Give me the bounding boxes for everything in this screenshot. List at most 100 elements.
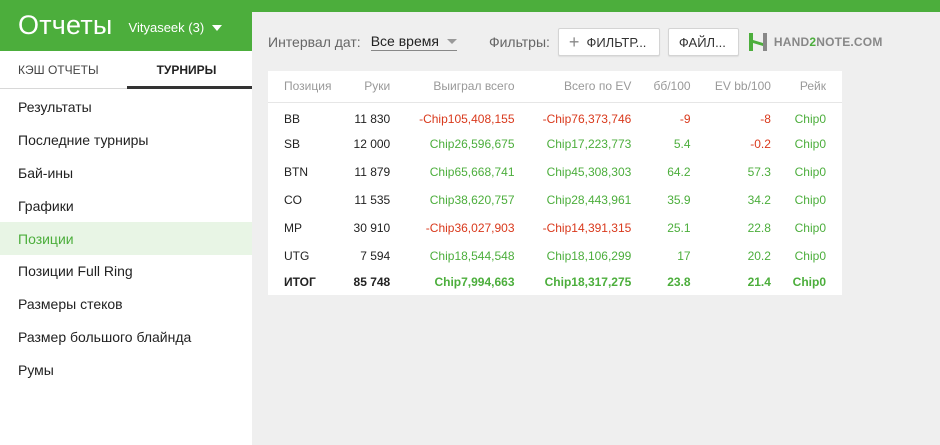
table-row[interactable]: MP 30 910 -Chip36,027,903 -Chip14,391,31… [268, 214, 842, 242]
cell-position: UTG [284, 249, 310, 263]
app-header: Отчеты Vityaseek (3) [0, 0, 252, 51]
cell-ev-bb100: 22.8 [747, 221, 771, 235]
positions-table: Позиция Руки Выиграл всего Всего по EV б… [268, 71, 842, 294]
cell-ev-total: Chip17,223,773 [546, 137, 632, 151]
cell-bb100: 35.9 [667, 193, 691, 207]
total-ev-bb100: 21.4 [747, 275, 771, 289]
cell-bb100: 25.1 [667, 221, 691, 235]
sidebar-item-graphs[interactable]: Графики [0, 189, 252, 222]
sidebar-item-stack-sizes[interactable]: Размеры стеков [0, 288, 252, 321]
filters-button-label: ФИЛЬТР... [586, 34, 647, 50]
table-row[interactable]: BTN 11 879 Chip65,668,741 Chip45,308,303… [268, 158, 842, 186]
total-hands: 85 748 [353, 275, 391, 289]
plus-icon: + [568, 32, 580, 52]
cell-hands: 11 535 [354, 193, 391, 207]
cell-won-total: -Chip105,408,155 [419, 112, 515, 127]
cell-won-total: Chip38,620,757 [429, 193, 515, 207]
cell-ev-bb100: 57.3 [747, 165, 771, 179]
chevron-down-icon [212, 24, 223, 31]
col-hands[interactable]: Руки [347, 71, 407, 103]
cell-hands: 7 594 [360, 249, 391, 263]
interval-value: Все время [370, 33, 439, 49]
hand2note-logo: HAND2NOTE.COM [747, 31, 883, 53]
sidebar-item-recent-tournaments[interactable]: Последние турниры [0, 124, 252, 157]
total-rake: Chip0 [792, 275, 826, 289]
total-bb100: 23.8 [667, 275, 691, 289]
toolbar: Интервал дат: Все время Фильтры: + ФИЛЬТ… [268, 28, 883, 56]
filters-button[interactable]: + ФИЛЬТР... [557, 28, 660, 56]
cell-bb100: 17 [677, 249, 691, 263]
report-nav: Результаты Последние турниры Бай-ины Гра… [0, 91, 252, 386]
filters-label: Фильтры: [488, 34, 550, 50]
hand2note-logo-icon [748, 33, 767, 51]
active-tab-indicator [127, 86, 252, 89]
cell-rake: Chip0 [794, 165, 826, 179]
table-row[interactable]: CO 11 535 Chip38,620,757 Chip28,443,961 … [268, 186, 842, 214]
cell-hands: 12 000 [353, 137, 391, 151]
col-ev-total[interactable]: Всего по EV [530, 71, 648, 103]
table-row[interactable]: UTG 7 594 Chip18,544,548 Chip18,106,299 … [268, 242, 842, 270]
cell-ev-bb100: -8 [760, 112, 771, 127]
cell-rake: Chip0 [794, 193, 826, 207]
interval-label: Интервал дат: [268, 34, 361, 50]
logo-text: HAND2NOTE.COM [773, 35, 883, 49]
sidebar-item-positions-full-ring[interactable]: Позиции Full Ring [0, 255, 252, 288]
col-won-total[interactable]: Выиграл всего [406, 71, 531, 103]
table-total-row: ИТОГ 85 748 Chip7,994,663 Chip18,317,275… [268, 270, 842, 294]
col-ev-bb100[interactable]: EV bb/100 [706, 71, 787, 103]
positions-table-card: Позиция Руки Выиграл всего Всего по EV б… [268, 71, 842, 295]
page-title: Отчеты [18, 10, 113, 40]
file-button[interactable]: ФАЙЛ... [667, 28, 739, 56]
tab-tournaments[interactable]: ТУРНИРЫ [127, 51, 252, 89]
cell-rake: Chip0 [794, 249, 826, 263]
cell-ev-total: Chip18,106,299 [546, 249, 632, 263]
col-position[interactable]: Позиция [268, 71, 348, 103]
sidebar: КЭШ ОТЧЕТЫ ТУРНИРЫ Результаты Последние … [0, 51, 252, 445]
cell-position: BTN [284, 165, 308, 179]
cell-rake: Chip0 [794, 137, 826, 151]
cell-won-total: Chip26,596,675 [429, 137, 515, 151]
tab-cash-reports[interactable]: КЭШ ОТЧЕТЫ [0, 51, 127, 89]
total-won: Chip7,994,663 [434, 275, 515, 289]
cell-won-total: -Chip36,027,903 [425, 221, 515, 235]
table-row[interactable]: SB 12 000 Chip26,596,675 Chip17,223,773 … [268, 130, 842, 158]
cell-hands: 30 910 [353, 221, 391, 235]
col-rake[interactable]: Рейк [786, 71, 842, 103]
user-name: Vityaseek (3) [128, 20, 205, 35]
cell-hands: 11 879 [354, 165, 391, 179]
cell-ev-total: -Chip76,373,746 [542, 112, 632, 127]
chevron-down-icon [446, 38, 457, 44]
cell-ev-bb100: 34.2 [747, 193, 771, 207]
cell-bb100: 5.4 [673, 137, 691, 151]
col-bb100[interactable]: бб/100 [647, 71, 707, 103]
cell-position: CO [284, 193, 302, 207]
cell-ev-total: Chip28,443,961 [546, 193, 632, 207]
cell-position: SB [284, 137, 301, 151]
file-button-label: ФАЙЛ... [678, 34, 726, 50]
cell-ev-total: Chip45,308,303 [546, 165, 632, 179]
user-selector[interactable]: Vityaseek (3) [129, 20, 223, 35]
sidebar-item-big-blind-size[interactable]: Размер большого блайнда [0, 321, 252, 354]
cell-rake: Chip0 [794, 221, 826, 235]
sidebar-item-buyins[interactable]: Бай-ины [0, 157, 252, 190]
table-header-row: Позиция Руки Выиграл всего Всего по EV б… [268, 71, 842, 103]
sidebar-item-rooms[interactable]: Румы [0, 353, 252, 386]
cell-position: BB [284, 112, 301, 127]
cell-ev-bb100: 20.2 [747, 249, 771, 263]
total-label: ИТОГ [284, 275, 316, 289]
cell-hands: 11 830 [354, 112, 391, 127]
report-tabs: КЭШ ОТЧЕТЫ ТУРНИРЫ [0, 51, 252, 89]
cell-bb100: 64.2 [667, 165, 691, 179]
cell-bb100: -9 [679, 112, 691, 127]
cell-ev-total: -Chip14,391,315 [542, 221, 632, 235]
cell-ev-bb100: -0.2 [750, 137, 771, 151]
cell-won-total: Chip18,544,548 [429, 249, 515, 263]
interval-select[interactable]: Все время [370, 33, 457, 51]
cell-position: MP [284, 221, 302, 235]
cell-rake: Chip0 [794, 112, 826, 127]
cell-won-total: Chip65,668,741 [429, 165, 515, 179]
sidebar-item-positions[interactable]: Позиции [0, 222, 252, 255]
total-ev: Chip18,317,275 [544, 275, 632, 289]
table-row[interactable]: BB 11 830 -Chip105,408,155 -Chip76,373,7… [268, 102, 842, 130]
sidebar-item-results[interactable]: Результаты [0, 91, 252, 124]
